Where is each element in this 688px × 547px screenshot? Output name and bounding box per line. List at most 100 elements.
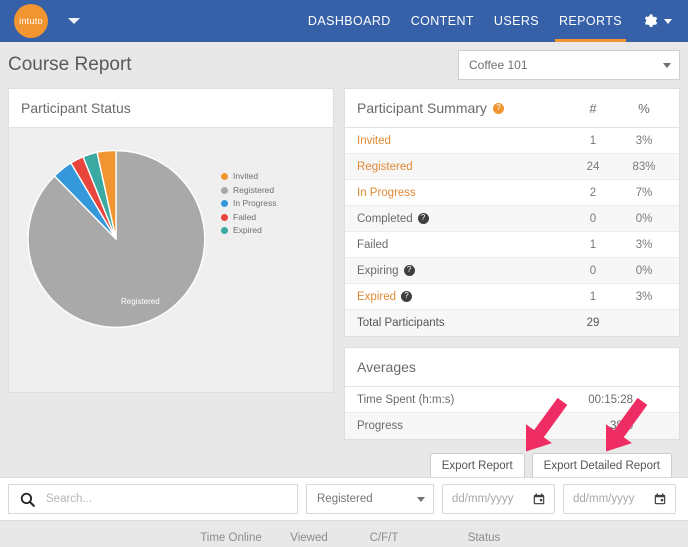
chevron-down-icon (417, 497, 425, 502)
results-filter-bar: Search... Registered dd/mm/yyyy dd/mm/yy… (0, 477, 688, 521)
averages-value-time-spent: 00:15:28 (588, 394, 667, 406)
table-header-viewed[interactable]: Viewed (274, 532, 344, 544)
settings-menu-button[interactable] (632, 13, 676, 29)
summary-percent-expired: 3% (621, 291, 667, 303)
export-buttons: Export Report Export Detailed Report (344, 440, 680, 479)
summary-label-invited[interactable]: Invited (357, 135, 391, 147)
summary-label-text: Expiring (357, 265, 399, 277)
legend-swatch-icon (221, 200, 228, 207)
participant-status-title: Participant Status (21, 100, 131, 116)
date-from-calendar-button[interactable] (528, 488, 550, 510)
date-from-field[interactable]: dd/mm/yyyy (442, 484, 555, 514)
summary-row-expired: Expired ? 1 3% (345, 284, 679, 310)
account-dropdown-caret-icon[interactable] (68, 18, 80, 24)
legend-label: Registered (233, 184, 274, 198)
legend-item-failed: Failed (221, 211, 276, 225)
averages-value-progress: 38% (610, 420, 667, 432)
legend-swatch-icon (221, 173, 228, 180)
intuto-logo[interactable]: intuto (14, 4, 48, 38)
summary-label-expired[interactable]: Expired ? (357, 291, 412, 303)
status-filter-value: Registered (317, 493, 373, 505)
date-to-field[interactable]: dd/mm/yyyy (563, 484, 676, 514)
summary-label-completed: Completed ? (357, 213, 429, 225)
nav-item-dashboard[interactable]: DASHBOARD (298, 0, 401, 42)
summary-row-expiring: Expiring ? 0 0% (345, 258, 679, 284)
summary-label-text: Expired (357, 291, 396, 303)
results-table-header: Time Online Viewed C/F/T Status (0, 521, 688, 547)
averages-label-time-spent: Time Spent (h:m:s) (357, 394, 454, 406)
summary-row-in-progress: In Progress 2 7% (345, 180, 679, 206)
export-detailed-report-button[interactable]: Export Detailed Report (532, 453, 672, 479)
summary-label-text: Completed (357, 213, 413, 225)
status-filter-select[interactable]: Registered (306, 484, 434, 514)
nav-item-users[interactable]: USERS (484, 0, 549, 42)
summary-label-in-progress[interactable]: In Progress (357, 187, 416, 199)
averages-row-time-spent: Time Spent (h:m:s) 00:15:28 (345, 387, 679, 413)
legend-item-registered: Registered (221, 184, 276, 198)
participant-status-card: Participant Status Registered (8, 88, 334, 393)
nav-label: DASHBOARD (308, 14, 391, 28)
calendar-icon (532, 492, 546, 506)
summary-label-expiring: Expiring ? (357, 265, 415, 277)
table-header-time-online[interactable]: Time Online (188, 532, 274, 544)
summary-label-failed: Failed (357, 239, 388, 251)
course-select-value: Coffee 101 (469, 58, 528, 72)
help-icon[interactable]: ? (401, 291, 412, 302)
summary-label-total: Total Participants (357, 317, 445, 329)
nav-label: CONTENT (411, 14, 474, 28)
page-header: Course Report Coffee 101 (0, 42, 688, 88)
summary-label-registered[interactable]: Registered (357, 161, 413, 173)
date-to-placeholder: dd/mm/yyyy (573, 493, 634, 505)
legend-label: Failed (233, 211, 256, 225)
legend-swatch-icon (221, 214, 228, 221)
participant-summary-title: Participant Summary (357, 100, 487, 116)
pie-slice-label-registered: Registered (121, 297, 160, 306)
nav-item-content[interactable]: CONTENT (401, 0, 484, 42)
gear-icon (642, 13, 658, 29)
legend-label: Expired (233, 224, 262, 238)
main-nav: DASHBOARD CONTENT USERS REPORTS (298, 0, 676, 42)
pie-chart-svg (23, 146, 209, 332)
summary-percent-failed: 3% (621, 239, 667, 251)
summary-count-registered: 24 (565, 161, 621, 173)
nav-label: REPORTS (559, 14, 622, 28)
averages-label-progress: Progress (357, 420, 403, 432)
search-icon (19, 491, 36, 508)
summary-row-invited: Invited 1 3% (345, 128, 679, 154)
help-icon[interactable]: ? (404, 265, 415, 276)
participant-summary-card: Participant Summary ? # % Invited 1 3% R… (344, 88, 680, 337)
participant-summary-header: Participant Summary ? # % (345, 89, 679, 128)
summary-percent-expiring: 0% (621, 265, 667, 277)
summary-count-completed: 0 (565, 213, 621, 225)
summary-column-headers: # % (565, 101, 667, 116)
summary-count-total: 29 (565, 317, 621, 329)
export-report-button[interactable]: Export Report (430, 453, 525, 479)
table-header-status[interactable]: Status (424, 532, 544, 544)
summary-percent-completed: 0% (621, 213, 667, 225)
participant-status-header: Participant Status (9, 89, 333, 128)
legend-swatch-icon (221, 187, 228, 194)
help-icon[interactable]: ? (493, 103, 504, 114)
summary-percent-registered: 83% (621, 161, 667, 173)
page-title: Course Report (8, 54, 132, 76)
nav-item-reports[interactable]: REPORTS (549, 0, 632, 42)
nav-label: USERS (494, 14, 539, 28)
summary-row-completed: Completed ? 0 0% (345, 206, 679, 232)
pie-legend: Invited Registered In Progress Failed (221, 170, 276, 238)
search-field[interactable]: Search... (8, 484, 298, 514)
summary-row-registered: Registered 24 83% (345, 154, 679, 180)
summary-row-failed: Failed 1 3% (345, 232, 679, 258)
legend-item-invited: Invited (221, 170, 276, 184)
help-icon[interactable]: ? (418, 213, 429, 224)
calendar-icon (653, 492, 667, 506)
date-from-placeholder: dd/mm/yyyy (452, 493, 513, 505)
summary-row-total: Total Participants 29 (345, 310, 679, 336)
summary-percent-in-progress: 7% (621, 187, 667, 199)
legend-label: Invited (233, 170, 258, 184)
course-select[interactable]: Coffee 101 (458, 50, 680, 80)
table-header-cft[interactable]: C/F/T (344, 532, 424, 544)
date-to-calendar-button[interactable] (649, 488, 671, 510)
column-header-count: # (565, 101, 621, 116)
settings-caret-icon (664, 19, 672, 24)
summary-count-failed: 1 (565, 239, 621, 251)
